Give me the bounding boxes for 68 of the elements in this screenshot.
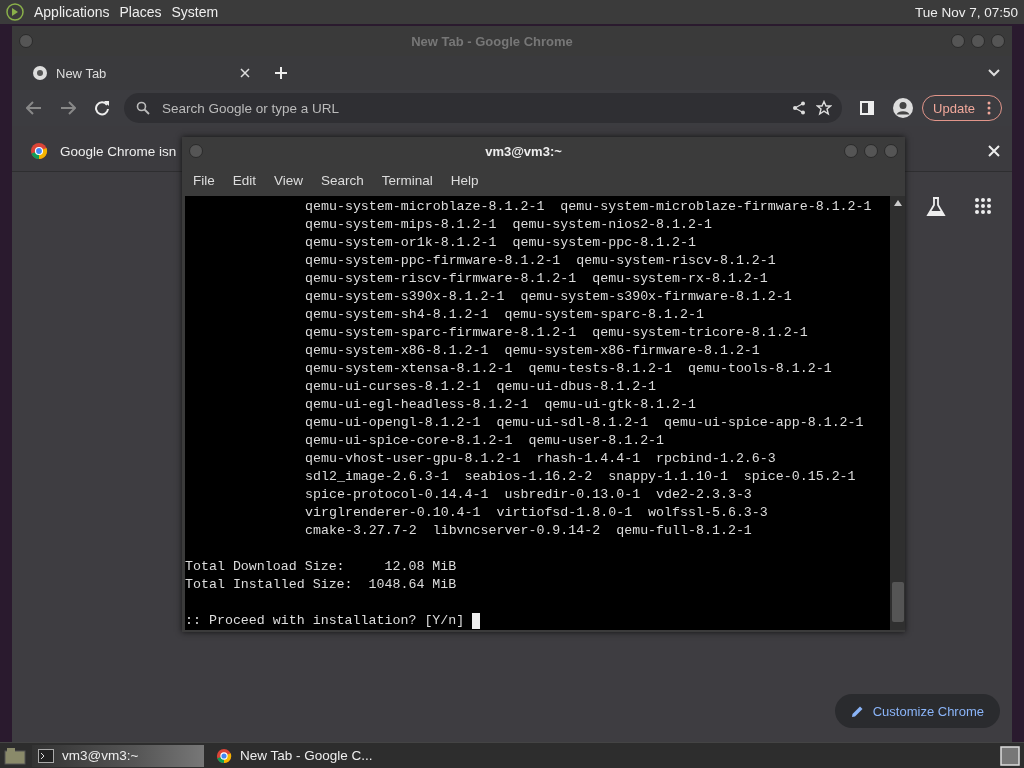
taskbar-item[interactable]: New Tab - Google C... bbox=[210, 744, 382, 767]
window-title: vm3@vm3:~ bbox=[484, 143, 563, 159]
menu-item[interactable]: Terminal bbox=[372, 173, 442, 188]
share-icon[interactable] bbox=[792, 101, 807, 115]
star-icon[interactable] bbox=[816, 100, 833, 116]
terminal-line: spice-protocol-0.14.4-1 usbredir-0.13.0-1 vde2-2.3.3-3 bbox=[304, 486, 753, 504]
more-vertical-icon bbox=[987, 101, 991, 115]
address-input[interactable]: Search Google or type a URL bbox=[160, 99, 783, 117]
text-cursor bbox=[472, 613, 481, 629]
scroll-up-icon[interactable] bbox=[893, 200, 902, 206]
distro-logo-icon bbox=[6, 3, 24, 21]
scrollbar-thumb[interactable] bbox=[891, 582, 904, 622]
close-icon[interactable] bbox=[988, 145, 1000, 157]
forward-arrow-icon[interactable] bbox=[60, 100, 76, 116]
flask-icon[interactable] bbox=[926, 197, 946, 217]
terminal-prompt: :: Proceed with installation? [Y/n] bbox=[185, 612, 465, 630]
show-desktop-icon[interactable] bbox=[4, 746, 26, 765]
terminal-line: qemu-ui-spice-core-8.1.2-1 qemu-user-8.1.2-1 bbox=[304, 432, 666, 450]
close-icon[interactable] bbox=[240, 68, 250, 78]
chrome-logo-icon bbox=[216, 747, 232, 764]
pencil-icon bbox=[850, 704, 864, 718]
address-bar[interactable]: Search Google or type a URL bbox=[124, 93, 843, 123]
terminal-line: sdl2_image-2.6.3-1 seabios-1.16.2-2 snappy-1.1.10-1 spice-0.15.2-1 bbox=[304, 468, 857, 486]
terminal-line: qemu-vhost-user-gpu-8.1.2-1 rhash-1.4.4-1 rpcbind-1.2.6-3 bbox=[304, 450, 777, 468]
menu-item[interactable]: Search bbox=[312, 173, 373, 188]
terminal-line: virglrenderer-0.10.4-1 virtiofsd-1.8.0-1 wolfssl-5.6.3-3 bbox=[304, 504, 769, 522]
menu-item[interactable]: File bbox=[184, 173, 224, 188]
plus-icon[interactable] bbox=[274, 66, 288, 80]
terminal-line: qemu-system-sparc-firmware-8.1.2-1 qemu-system-tricore-8.1.2-1 bbox=[304, 324, 809, 342]
terminal-icon bbox=[38, 748, 54, 763]
terminal-line: qemu-system-riscv-firmware-8.1.2-1 qemu-system-rx-8.1.2-1 bbox=[304, 270, 769, 288]
customize-chrome-button[interactable]: Customize Chrome bbox=[834, 694, 1000, 728]
terminal-line: Total Installed Size: 1048.64 MiB bbox=[185, 576, 458, 594]
terminal-line: cmake-3.27.7-2 libvncserver-0.9.14-2 qemu-full-8.1.2-1 bbox=[304, 522, 753, 540]
chrome-logo-icon bbox=[32, 65, 48, 81]
terminal-line: qemu-system-microblaze-8.1.2-1 qemu-system-microblaze-firmware-8.1.2-1 bbox=[304, 198, 873, 216]
menu-item[interactable]: View bbox=[265, 173, 313, 188]
info-bar-message: Google Chrome isn bbox=[60, 143, 177, 159]
terminal-line: qemu-ui-opengl-8.1.2-1 qemu-ui-sdl-8.1.2-1 qemu-ui-spice-app-8.1.2-1 bbox=[304, 414, 865, 432]
terminal-line: qemu-ui-curses-8.1.2-1 qemu-ui-dbus-8.1.2-1 bbox=[304, 378, 658, 396]
chevron-down-icon[interactable] bbox=[988, 69, 1000, 77]
apps-grid-icon[interactable] bbox=[974, 197, 992, 215]
menu-item[interactable]: Edit bbox=[223, 173, 266, 188]
terminal-line: qemu-system-x86-8.1.2-1 qemu-system-x86-firmware-8.1.2-1 bbox=[304, 342, 761, 360]
side-panel-icon[interactable] bbox=[860, 101, 875, 115]
profile-avatar-icon[interactable] bbox=[892, 97, 915, 119]
terminal-line: Total Download Size: 12.08 MiB bbox=[185, 558, 458, 576]
window-title: New Tab - Google Chrome bbox=[410, 33, 574, 49]
back-arrow-icon[interactable] bbox=[26, 100, 42, 116]
workspace-switcher-icon[interactable] bbox=[1000, 745, 1020, 766]
menu-item[interactable]: Help bbox=[441, 173, 488, 188]
terminal-line: qemu-ui-egl-headless-8.1.2-1 qemu-ui-gtk-8.1.2-1 bbox=[304, 396, 697, 414]
terminal-line: qemu-system-xtensa-8.1.2-1 qemu-tests-8.1.2-1 qemu-tools-8.1.2-1 bbox=[304, 360, 833, 378]
panel-menu[interactable]: Places bbox=[119, 4, 162, 20]
panel-clock[interactable]: Tue Nov 7, 07:50 bbox=[914, 4, 1018, 20]
terminal-line: qemu-system-or1k-8.1.2-1 qemu-system-ppc-8.1.2-1 bbox=[304, 234, 697, 252]
panel-menu[interactable]: System bbox=[171, 4, 219, 20]
terminal-line: qemu-system-mips-8.1.2-1 qemu-system-nios2-8.1.2-1 bbox=[304, 216, 713, 234]
taskbar-item[interactable]: vm3@vm3:~ bbox=[32, 744, 204, 767]
terminal-line: qemu-system-sh4-8.1.2-1 qemu-system-sparc-8.1.2-1 bbox=[304, 306, 705, 324]
reload-icon[interactable] bbox=[94, 100, 110, 116]
terminal-line: qemu-system-ppc-firmware-8.1.2-1 qemu-system-riscv-8.1.2-1 bbox=[304, 252, 777, 270]
panel-menu[interactable]: Applications bbox=[34, 4, 110, 20]
scrollbar[interactable] bbox=[890, 196, 905, 630]
search-icon bbox=[136, 101, 150, 115]
browser-tab[interactable]: New Tab bbox=[32, 65, 250, 81]
chrome-logo-icon bbox=[30, 142, 48, 160]
terminal-line: qemu-system-s390x-8.1.2-1 qemu-system-s390x-firmware-8.1.2-1 bbox=[304, 288, 793, 306]
